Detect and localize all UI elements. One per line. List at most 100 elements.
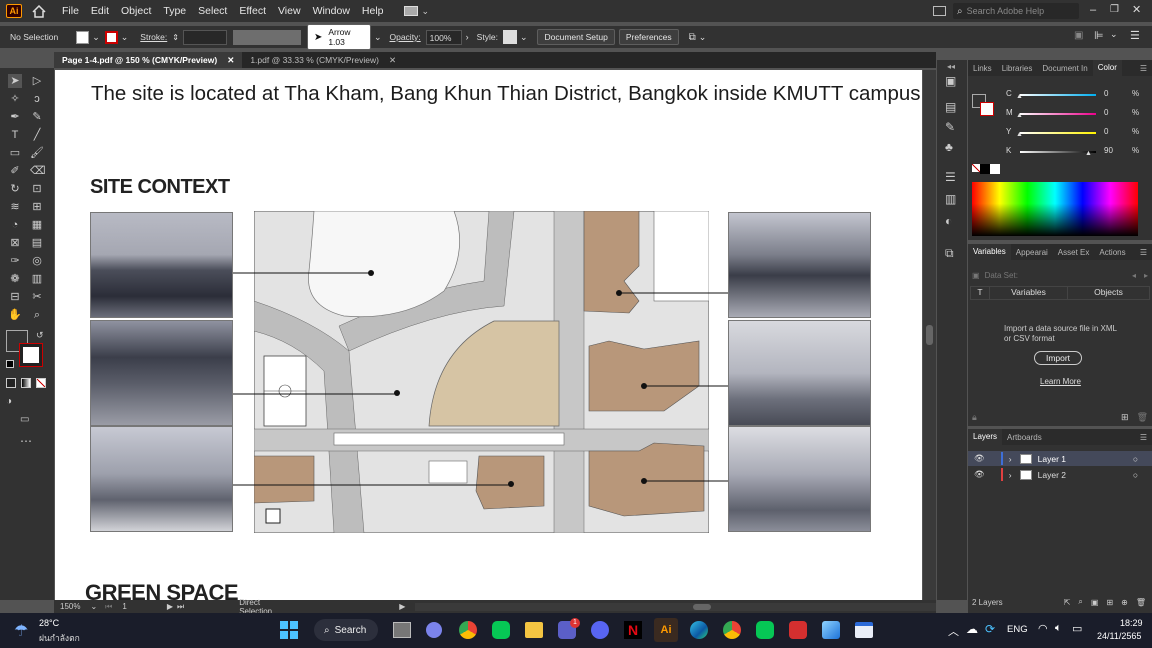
slider-thumb[interactable]: ▲ [1016, 112, 1023, 119]
default-colors-icon[interactable] [6, 360, 14, 368]
opacity-field[interactable]: 100% [425, 29, 462, 45]
slider-track[interactable] [1020, 132, 1096, 134]
rectangle-tool-icon[interactable]: ▭ [8, 146, 22, 160]
appearance-icon[interactable]: ⧉ [945, 246, 954, 261]
menu-edit[interactable]: Edit [91, 5, 109, 17]
edge-icon[interactable] [690, 621, 708, 639]
collapse-icon[interactable]: ◂◂ [947, 62, 955, 71]
menu-type[interactable]: Type [163, 5, 186, 17]
wps-icon[interactable] [789, 621, 807, 639]
stroke-label[interactable]: Stroke: [140, 32, 167, 42]
cloud-icon[interactable]: ☁ [966, 622, 978, 636]
home-icon[interactable] [32, 4, 46, 18]
transparency-icon[interactable]: ◐ [945, 214, 952, 228]
chevron-down-icon[interactable]: ⌄ [92, 32, 100, 43]
new-sublayer-icon[interactable]: ⊞ [1106, 598, 1113, 607]
chevron-down-icon[interactable]: ⌄ [699, 32, 707, 43]
menu-effect[interactable]: Effect [239, 5, 266, 17]
black-swatch[interactable] [980, 164, 990, 174]
tab-artboards[interactable]: Artboards [1002, 433, 1047, 442]
chevron-down-icon[interactable]: ⌄ [90, 602, 97, 611]
tab-asset-export[interactable]: Asset Ex [1053, 248, 1095, 257]
tab-variables[interactable]: Variables [968, 244, 1011, 260]
page-number[interactable]: 1 [122, 602, 126, 611]
tab-color[interactable]: Color [1092, 60, 1122, 76]
menu-help[interactable]: Help [362, 5, 384, 17]
clock-date[interactable]: 24/11/2565 [1097, 631, 1141, 641]
lock-icon[interactable]: 🔒︎ [972, 412, 977, 423]
chevron-up-icon[interactable]: ︿ [948, 623, 959, 639]
clipping-mask-icon[interactable]: ▣ [1091, 598, 1099, 607]
search-icon[interactable]: ⌕ [1078, 597, 1082, 607]
wifi-icon[interactable]: ◠ [1038, 622, 1048, 635]
properties-icon[interactable]: ▣ [945, 74, 956, 88]
menu-icon[interactable]: ☰ [1135, 433, 1152, 442]
zoom-level[interactable]: 150% [60, 602, 80, 611]
chevron-down-icon[interactable]: ⌄ [520, 32, 528, 43]
start-icon[interactable] [280, 621, 298, 639]
type-tool-icon[interactable]: T [8, 128, 22, 142]
white-swatch[interactable] [990, 164, 1000, 174]
target-icon[interactable]: ○ [1133, 470, 1138, 480]
slider-y[interactable]: Y ▲ 0 % [1006, 127, 1152, 146]
file-explorer-icon[interactable] [525, 622, 543, 638]
hand-tool-icon[interactable]: ✋ [8, 308, 22, 322]
slice-tool-icon[interactable]: ✂ [30, 290, 44, 304]
more-tools-icon[interactable]: ⋯ [20, 434, 32, 448]
screen-mode-icon[interactable]: ▭ [20, 414, 29, 425]
magic-wand-icon[interactable]: ✧ [8, 92, 22, 106]
menu-view[interactable]: View [278, 5, 301, 17]
next-icon[interactable]: ▸ [1144, 271, 1148, 280]
selection-tool-icon[interactable]: ➤ [8, 74, 22, 88]
none-swatch[interactable] [972, 164, 980, 172]
eraser-icon[interactable]: ⌫ [30, 164, 46, 178]
panel-toggle-icon[interactable]: ⊫ [1094, 29, 1104, 42]
stroke-swatch-small[interactable] [980, 102, 994, 116]
draw-mode-icon[interactable]: ◑ [6, 396, 12, 407]
chevron-right-icon[interactable]: › [1009, 470, 1012, 480]
zoom-tool-icon[interactable]: ⌕ [30, 308, 44, 322]
new-variable-icon[interactable]: ⊞ [1121, 412, 1129, 423]
width-tool-icon[interactable]: ≋ [8, 200, 22, 214]
battery-icon[interactable]: ▭ [1072, 622, 1082, 635]
close-icon[interactable]: ✕ [389, 55, 396, 66]
align-icon[interactable]: ▣ [1074, 30, 1083, 41]
variable-width-field[interactable] [232, 29, 301, 45]
chevron-down-icon[interactable]: ⌄ [121, 32, 129, 43]
lasso-icon[interactable]: ↄ [30, 92, 44, 106]
chrome-profile-icon[interactable] [723, 621, 741, 639]
last-page-icon[interactable]: ⏭︎ [177, 602, 184, 612]
arrange-docs-icon[interactable] [933, 6, 946, 16]
layer-row[interactable]: 👁︎ › Layer 2 ○ [968, 467, 1152, 482]
volume-icon[interactable]: 🔈︎ [1055, 622, 1062, 635]
menu-select[interactable]: Select [198, 5, 227, 17]
search-input[interactable]: ⌕ Search Adobe Help [953, 3, 1079, 19]
chevron-down-icon[interactable]: ⌄ [374, 32, 382, 43]
menu-icon[interactable]: ☰ [1135, 64, 1152, 73]
tab-1pdf[interactable]: 1.pdf @ 33.33 % (CMYK/Preview) ✕ [242, 52, 404, 68]
menu-object[interactable]: Object [121, 5, 151, 17]
color-spectrum[interactable] [972, 182, 1138, 236]
export-icon[interactable]: ⇱ [1064, 598, 1071, 607]
line-icon[interactable] [492, 621, 510, 639]
delete-icon[interactable]: 🗑︎ [1137, 412, 1148, 423]
eye-icon[interactable]: 👁︎ [974, 453, 985, 464]
scroll-thumb[interactable] [926, 325, 933, 345]
brushes-icon[interactable]: ✎ [945, 120, 955, 134]
slider-k[interactable]: K ▲ 90 % [1006, 146, 1152, 165]
tab-layers[interactable]: Layers [968, 429, 1003, 445]
channel-value[interactable]: 0 [1104, 89, 1108, 98]
curvature-icon[interactable]: ✎ [30, 110, 44, 124]
next-page-icon[interactable]: ▶ [167, 602, 173, 611]
chevron-down-icon[interactable]: ⌄ [1110, 29, 1118, 40]
shaper-icon[interactable]: ✐ [8, 164, 22, 178]
stroke-weight-field[interactable] [182, 29, 227, 45]
first-page-icon[interactable]: ⏮︎ [105, 602, 112, 612]
swap-icon[interactable]: ↺ [36, 330, 44, 341]
chrome-icon[interactable] [459, 621, 477, 639]
gradient-panel-icon[interactable]: ▥ [945, 192, 956, 206]
stroke-color-swatch[interactable] [19, 343, 43, 367]
tab-links[interactable]: Links [968, 64, 997, 73]
chevron-right-icon[interactable]: › [1009, 454, 1012, 464]
stroke-panel-icon[interactable]: ☰ [945, 170, 956, 184]
